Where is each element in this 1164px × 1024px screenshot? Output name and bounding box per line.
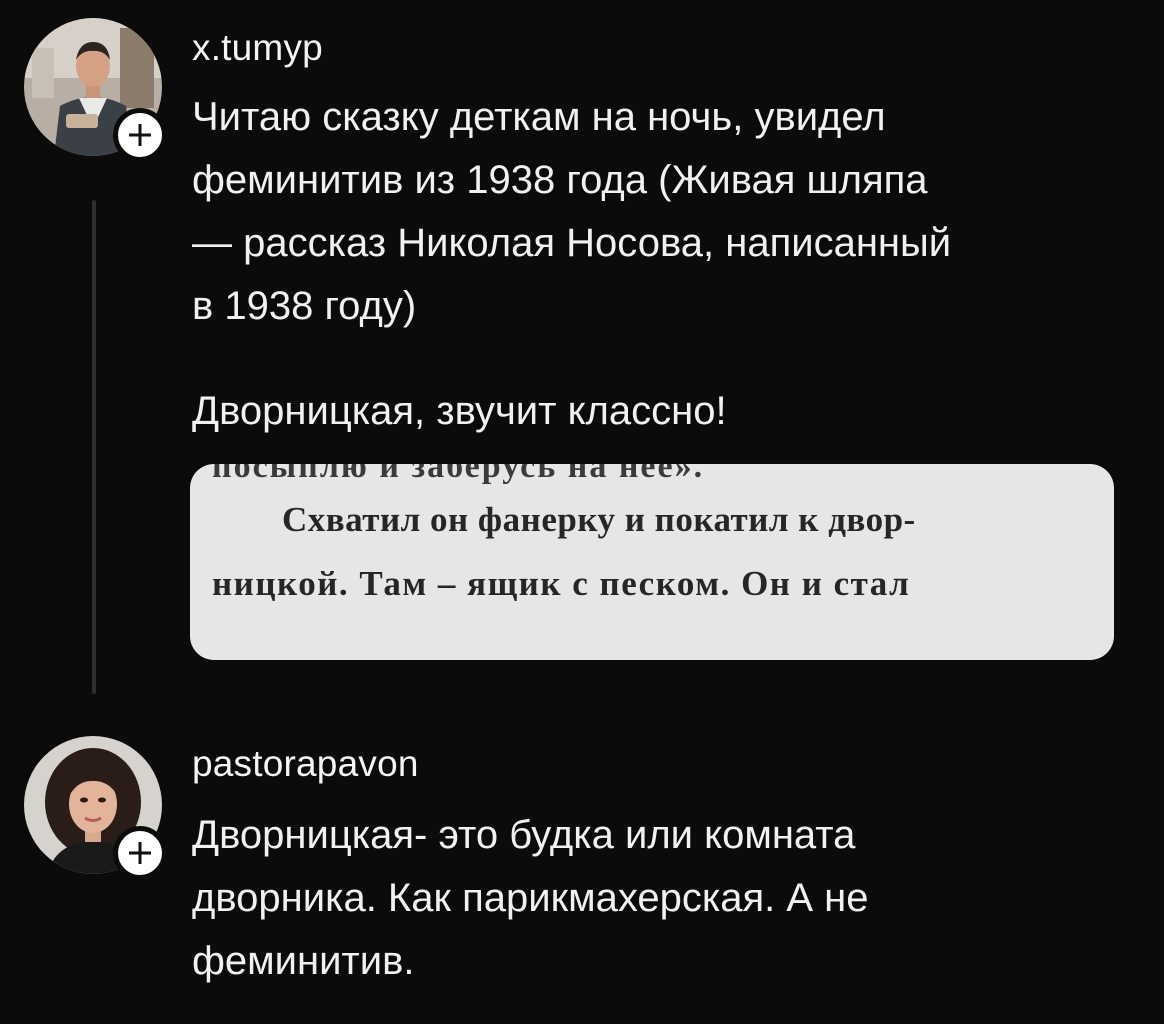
post-text-second: Дворницкая, звучит классно!	[192, 389, 727, 433]
follow-button[interactable]	[113, 108, 167, 162]
follow-button[interactable]	[113, 826, 167, 880]
post-text: Читаю сказку деткам на ночь, увидел феми…	[192, 95, 952, 328]
photo-text-line: посыплю и заберусь на нее».	[212, 464, 705, 485]
post: pastorapavon Дворницкая- это будка или к…	[0, 700, 1164, 1024]
post-photo[interactable]: посыплю и заберусь на нее». Схватил он ф…	[190, 464, 1114, 660]
plus-icon	[129, 124, 151, 146]
post-text: Дворницкая- это будка или комната дворни…	[192, 813, 869, 983]
photo-text-line: Схватил он фанерку и покатил к двор-	[282, 500, 916, 539]
photo-text-line: ницкой. Там – ящик с песком. Он и стал	[212, 564, 911, 603]
post: x.tumyp Читаю сказку деткам на ночь, уви…	[0, 0, 1164, 700]
thread-line	[92, 200, 96, 694]
plus-icon	[129, 842, 151, 864]
username[interactable]: pastorapavon	[192, 742, 419, 786]
username[interactable]: x.tumyp	[192, 26, 323, 70]
